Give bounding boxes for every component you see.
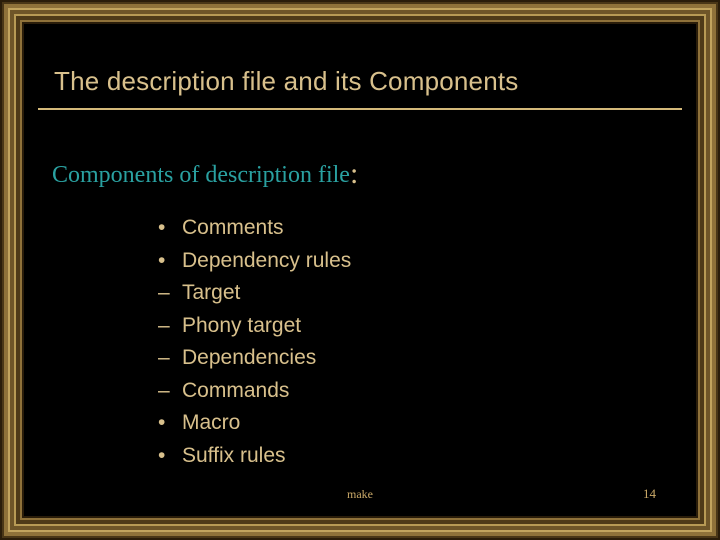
footer-center: make [22,487,698,502]
list-item-text: Comments [182,216,284,239]
sublist-item-text: Dependencies [182,346,316,369]
sublist-item: Dependencies [158,342,351,375]
sublist-item: Target [158,277,351,310]
page-number: 14 [643,486,656,502]
slide: The description file and its Components … [0,0,720,540]
list-item: Suffix rules [158,440,351,473]
list-item-text: Macro [182,411,240,434]
list-item: Macro [158,407,351,440]
sublist-item-text: Target [182,281,240,304]
bullet-list: Comments Dependency rules Target Phony t… [158,212,351,472]
list-item: Dependency rules Target Phony target Dep… [158,245,351,408]
sublist-item: Phony target [158,310,351,343]
list-item-text: Suffix rules [182,444,286,467]
subtitle-colon: : [350,157,358,190]
list-item-text: Dependency rules [182,249,351,272]
slide-content: The description file and its Components … [22,22,698,518]
sublist-item-text: Phony target [182,314,301,337]
subtitle: Components of description file: [52,156,358,190]
sublist-item: Commands [158,375,351,408]
subtitle-label: Components of description file [52,162,350,188]
list-item: Comments [158,212,351,245]
slide-title: The description file and its Components [54,66,519,97]
sublist-item-text: Commands [182,379,289,402]
title-underline [38,108,682,110]
